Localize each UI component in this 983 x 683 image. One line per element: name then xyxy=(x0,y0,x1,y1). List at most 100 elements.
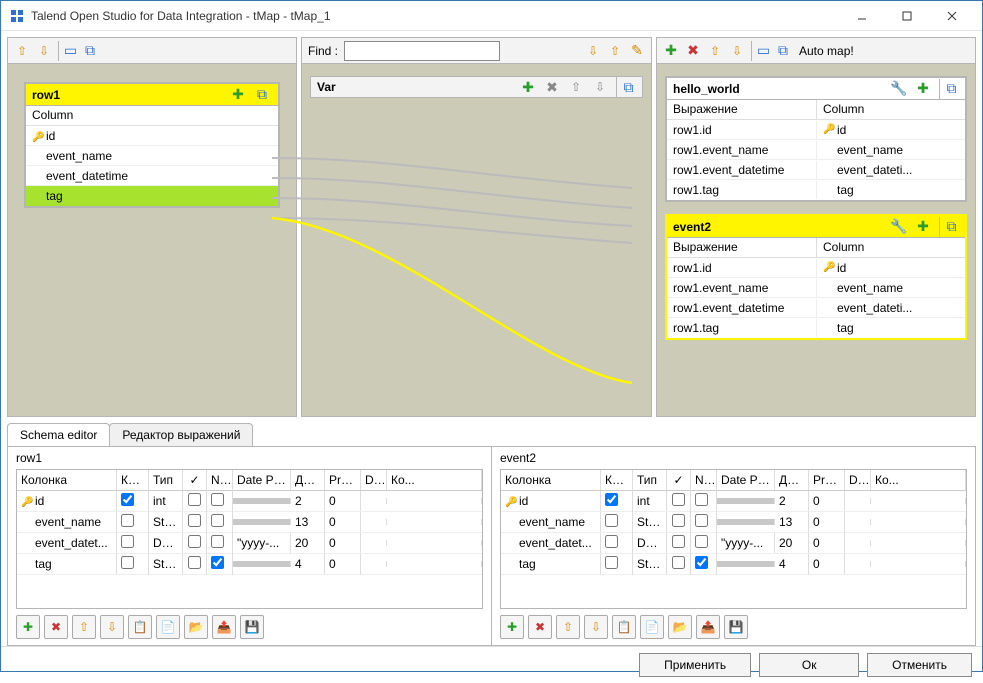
find-prev-icon[interactable]: ⇩ xyxy=(583,41,603,61)
input-row[interactable]: event_name xyxy=(26,146,278,166)
row-down-button[interactable]: ⇩ xyxy=(100,615,124,639)
checkbox[interactable] xyxy=(188,493,201,506)
checkbox[interactable] xyxy=(695,556,708,569)
schema-row[interactable]: event_datet...Date"yyyy-...200 xyxy=(501,533,966,554)
checkbox[interactable] xyxy=(121,535,134,548)
cancel-button[interactable]: Отменить xyxy=(867,653,972,677)
var-up-icon[interactable]: ⇧ xyxy=(566,77,586,97)
out1-expand-icon[interactable]: ⧉ xyxy=(939,79,959,99)
checkbox[interactable] xyxy=(672,556,685,569)
row-up-button[interactable]: ⇧ xyxy=(556,615,580,639)
var-remove-icon[interactable]: ✖ xyxy=(542,77,562,97)
var-expand-icon[interactable]: ⧉ xyxy=(616,77,636,97)
find-next-icon[interactable]: ⇧ xyxy=(605,41,625,61)
wrench-icon[interactable]: 🔧 xyxy=(889,217,909,237)
minimize-all-icon[interactable]: ⧉ xyxy=(80,41,100,61)
checkbox[interactable] xyxy=(605,535,618,548)
apply-button[interactable]: Применить xyxy=(639,653,751,677)
checkbox[interactable] xyxy=(672,493,685,506)
out2-add-icon[interactable]: ✚ xyxy=(913,217,933,237)
import-button[interactable]: 📂 xyxy=(668,615,692,639)
save-button[interactable]: 💾 xyxy=(724,615,748,639)
checkbox[interactable] xyxy=(672,535,685,548)
add-row-button[interactable]: ✚ xyxy=(500,615,524,639)
export-button[interactable]: 📤 xyxy=(696,615,720,639)
export-button[interactable]: 📤 xyxy=(212,615,236,639)
checkbox[interactable] xyxy=(121,514,134,527)
output-row[interactable]: row1.event_datetimeevent_dateti... xyxy=(667,160,965,180)
out1-add-icon[interactable]: ✚ xyxy=(913,79,933,99)
add-icon[interactable]: ✚ xyxy=(228,85,248,105)
out2-expand-icon[interactable]: ⧉ xyxy=(939,217,959,237)
output2-header[interactable]: event2 🔧 ✚ ⧉ xyxy=(667,216,965,238)
delete-row-button[interactable]: ✖ xyxy=(44,615,68,639)
tab-schema-editor[interactable]: Schema editor xyxy=(7,423,110,446)
checkbox[interactable] xyxy=(211,535,224,548)
schema-row[interactable]: 🔑idint20 xyxy=(17,491,482,512)
minimize-button[interactable] xyxy=(839,1,884,30)
output-row[interactable]: row1.id🔑id xyxy=(667,258,965,278)
output-minimize-icon[interactable]: ⧉ xyxy=(773,41,793,61)
output1-header[interactable]: hello_world 🔧 ✚ ⧉ xyxy=(667,78,965,100)
import-button[interactable]: 📂 xyxy=(184,615,208,639)
ok-button[interactable]: Ок xyxy=(759,653,859,677)
auto-map-button[interactable]: Auto map! xyxy=(799,44,854,58)
checkbox[interactable] xyxy=(188,514,201,527)
find-input[interactable] xyxy=(344,41,500,61)
tab-expression-editor[interactable]: Редактор выражений xyxy=(109,423,253,446)
layout-icon[interactable]: ▭ xyxy=(58,41,78,61)
schema-row[interactable]: event_nameStri...130 xyxy=(17,512,482,533)
maximize-button[interactable] xyxy=(884,1,929,30)
copy-button[interactable]: 📋 xyxy=(128,615,152,639)
input-box-header[interactable]: row1 ✚ ⧉ xyxy=(26,84,278,106)
var-add-icon[interactable]: ✚ xyxy=(518,77,538,97)
schema-row[interactable]: tagStri...40 xyxy=(501,554,966,575)
output-layout-icon[interactable]: ▭ xyxy=(751,41,771,61)
copy-button[interactable]: 📋 xyxy=(612,615,636,639)
save-button[interactable]: 💾 xyxy=(240,615,264,639)
schema-row[interactable]: 🔑idint20 xyxy=(501,491,966,512)
move-up-icon[interactable]: ⇧ xyxy=(12,41,32,61)
input-row[interactable]: 🔑id xyxy=(26,126,278,146)
input-row[interactable]: tag xyxy=(26,186,278,206)
checkbox[interactable] xyxy=(695,514,708,527)
delete-row-button[interactable]: ✖ xyxy=(528,615,552,639)
schema-row[interactable]: event_datet...Date"yyyy-...200 xyxy=(17,533,482,554)
close-button[interactable] xyxy=(929,1,974,30)
expand-icon[interactable]: ⧉ xyxy=(252,85,272,105)
checkbox[interactable] xyxy=(188,556,201,569)
add-row-button[interactable]: ✚ xyxy=(16,615,40,639)
checkbox[interactable] xyxy=(605,514,618,527)
output-down-icon[interactable]: ⇩ xyxy=(727,41,747,61)
checkbox[interactable] xyxy=(121,493,134,506)
checkbox[interactable] xyxy=(605,493,618,506)
output-up-icon[interactable]: ⇧ xyxy=(705,41,725,61)
checkbox[interactable] xyxy=(121,556,134,569)
checkbox[interactable] xyxy=(211,556,224,569)
output-row[interactable]: row1.tagtag xyxy=(667,180,965,200)
checkbox[interactable] xyxy=(695,493,708,506)
checkbox[interactable] xyxy=(672,514,685,527)
output-row[interactable]: row1.event_nameevent_name xyxy=(667,278,965,298)
wrench-icon[interactable]: 🔧 xyxy=(889,79,909,99)
row-up-button[interactable]: ⇧ xyxy=(72,615,96,639)
output-row[interactable]: row1.event_datetimeevent_dateti... xyxy=(667,298,965,318)
remove-output-icon[interactable]: ✖ xyxy=(683,41,703,61)
add-output-icon[interactable]: ✚ xyxy=(661,41,681,61)
highlight-icon[interactable]: ✎ xyxy=(627,41,647,61)
checkbox[interactable] xyxy=(188,535,201,548)
move-down-icon[interactable]: ⇩ xyxy=(34,41,54,61)
paste-button[interactable]: 📄 xyxy=(156,615,180,639)
output-row[interactable]: row1.id🔑id xyxy=(667,120,965,140)
checkbox[interactable] xyxy=(211,493,224,506)
checkbox[interactable] xyxy=(695,535,708,548)
paste-button[interactable]: 📄 xyxy=(640,615,664,639)
var-down-icon[interactable]: ⇩ xyxy=(590,77,610,97)
output-row[interactable]: row1.event_nameevent_name xyxy=(667,140,965,160)
schema-row[interactable]: tagStri...40 xyxy=(17,554,482,575)
row-down-button[interactable]: ⇩ xyxy=(584,615,608,639)
checkbox[interactable] xyxy=(605,556,618,569)
schema-row[interactable]: event_nameStri...130 xyxy=(501,512,966,533)
checkbox[interactable] xyxy=(211,514,224,527)
output-row[interactable]: row1.tagtag xyxy=(667,318,965,338)
